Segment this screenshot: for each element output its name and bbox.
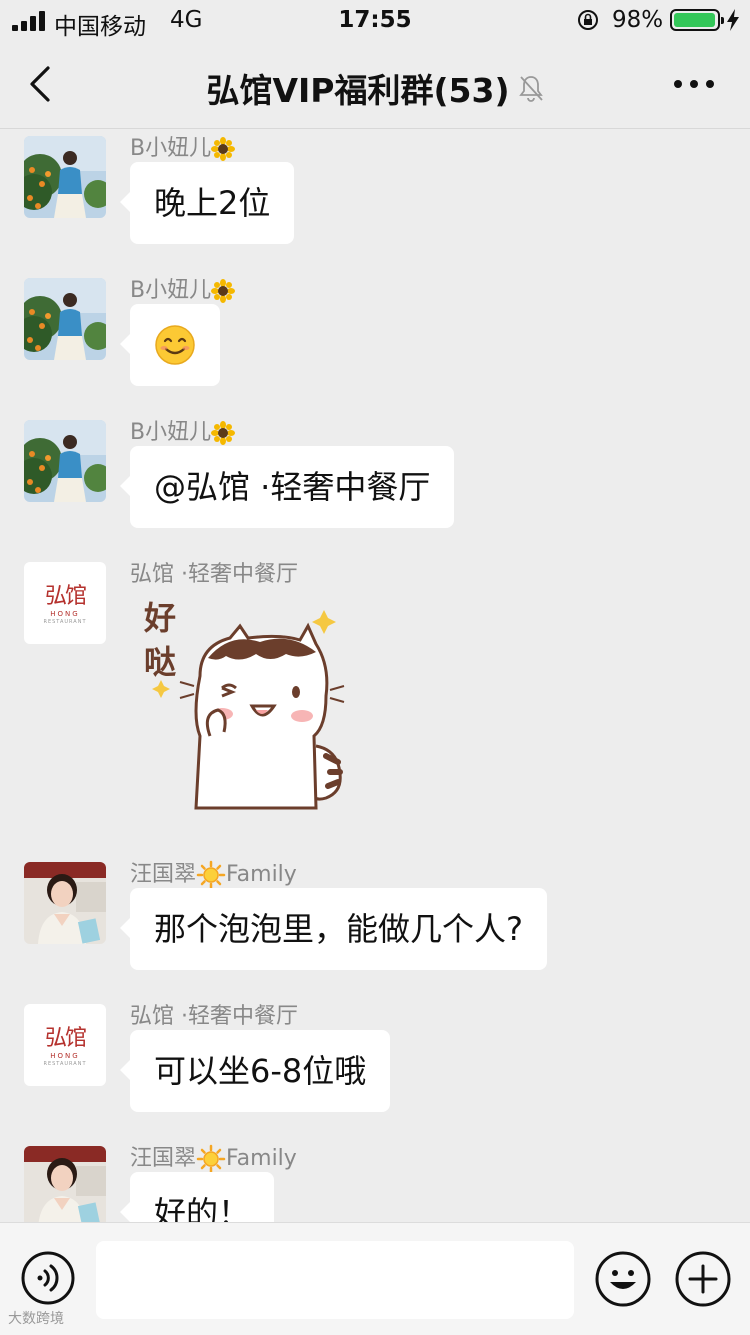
rotation-lock-icon — [578, 10, 598, 30]
restaurant-logo-avatar[interactable]: 弘馆 HONG RESTAURANT — [24, 562, 106, 644]
battery-icon — [670, 9, 724, 31]
voice-icon[interactable] — [20, 1250, 76, 1306]
input-bar — [0, 1222, 750, 1335]
bell-muted-icon — [518, 76, 543, 102]
emoji-icon[interactable] — [594, 1250, 652, 1308]
sender-name: 弘馆 ·轻奢中餐厅 — [130, 1004, 298, 1029]
sender-name: B小妞儿 — [130, 414, 236, 446]
logo-subtext-2: RESTAURANT — [43, 619, 87, 625]
plus-icon[interactable] — [674, 1250, 732, 1308]
avatar[interactable] — [24, 136, 106, 218]
sun-icon — [196, 1144, 226, 1174]
watermark: 大数跨境 — [8, 1311, 64, 1327]
avatar[interactable] — [24, 278, 106, 360]
sender-name: 汪国翠 Family — [130, 1140, 297, 1174]
sender-name: B小妞儿 — [130, 130, 236, 162]
sender-name: 汪国翠 Family — [130, 856, 297, 890]
chat-title-row: 弘馆VIP福利群(53) — [0, 64, 750, 112]
chat-header: 弘馆VIP福利群(53) — [0, 40, 750, 129]
logo-subtext-2: RESTAURANT — [43, 1061, 87, 1067]
logo-text: 弘馆 — [44, 584, 87, 609]
sunflower-icon — [211, 421, 236, 445]
message-bubble[interactable]: 那个泡泡里，能做几个人? — [120, 888, 547, 970]
chat-title: 弘馆VIP福利群(53) — [206, 71, 510, 110]
message-bubble[interactable] — [120, 304, 220, 386]
smile-emoji-icon — [155, 325, 195, 365]
cat-illustration — [152, 610, 345, 810]
sun-icon — [196, 860, 226, 890]
avatar[interactable] — [24, 420, 106, 502]
sunflower-icon — [211, 137, 236, 161]
logo-subtext: HONG — [50, 610, 80, 618]
cat-sticker[interactable]: 好哒 — [130, 586, 370, 816]
sender-name: 弘馆 ·轻奢中餐厅 — [130, 562, 298, 587]
charging-icon — [727, 9, 739, 31]
message-input[interactable] — [96, 1241, 574, 1319]
avatar[interactable] — [24, 862, 106, 944]
logo-subtext: HONG — [50, 1052, 80, 1060]
sender-name: B小妞儿 — [130, 272, 236, 304]
message-bubble[interactable]: 可以坐6-8位哦 — [119, 1030, 391, 1112]
sunflower-icon — [211, 279, 236, 303]
avatar[interactable] — [24, 1146, 106, 1228]
message-bubble[interactable]: 晚上2位 — [119, 162, 295, 244]
restaurant-logo-avatar[interactable]: 弘馆 HONG RESTAURANT — [24, 1004, 106, 1086]
battery-percent: 98% — [612, 7, 664, 33]
message-bubble[interactable]: @弘馆 ·轻奢中餐厅 — [119, 446, 455, 528]
logo-text: 弘馆 — [44, 1026, 87, 1051]
more-icon[interactable] — [672, 74, 716, 94]
status-bar: 中国移动 4G 17:55 98% — [0, 0, 750, 40]
